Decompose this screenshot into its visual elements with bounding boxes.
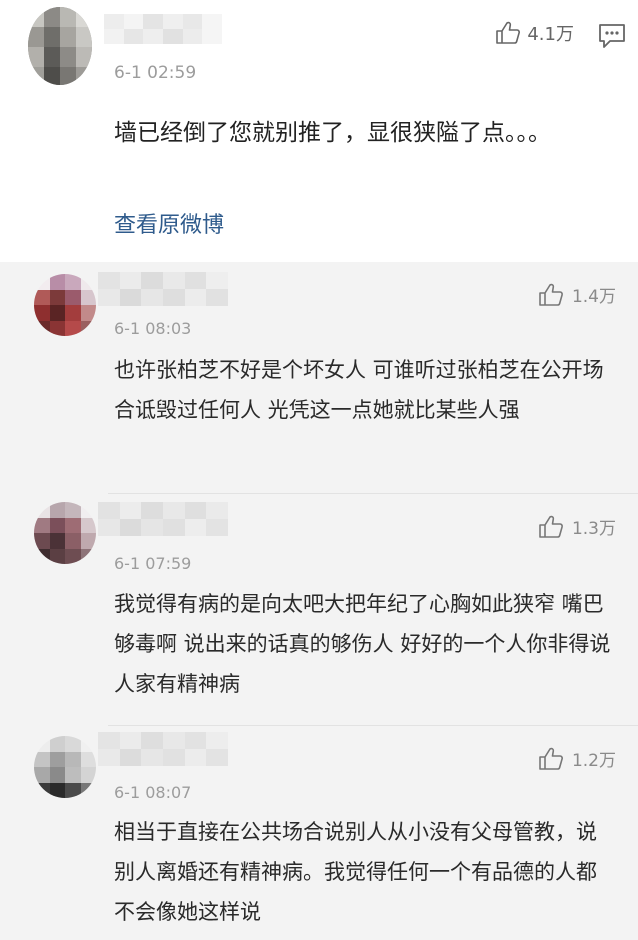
like-count: 1.2万	[571, 751, 616, 771]
like-button[interactable]: 4.1万	[495, 20, 574, 46]
username-blurred[interactable]	[98, 272, 228, 306]
view-original-weibo-link[interactable]: 查看原微博	[114, 207, 224, 239]
thumbs-up-icon	[538, 515, 564, 539]
avatar-mosaic	[34, 274, 96, 336]
comment-text: 我觉得有病的是向太吧大把年纪了心胸如此狭窄 嘴巴够毒啊 说出来的话真的够伤人 好…	[114, 592, 611, 696]
comment-text: 也许张柏芝不好是个坏女人 可谁听过张柏芝在公开场合诋毁过任何人 光凭这一点她就比…	[114, 358, 604, 422]
avatar[interactable]	[34, 736, 96, 798]
like-button[interactable]: 1.2万	[538, 746, 616, 771]
comment-timestamp: 6-1 02:59	[114, 63, 197, 83]
avatar[interactable]	[34, 502, 96, 564]
reply-item: 6-1 08:03 1.4万 也许张柏芝不好是个坏女人 可谁听过张柏芝在公开场合…	[0, 262, 638, 494]
avatar-mosaic	[28, 7, 92, 85]
like-count: 1.4万	[571, 287, 616, 307]
username-blurred[interactable]	[98, 732, 228, 766]
weibo-comment-thread: 6-1 02:59 4.1万 墙已经倒了您就别推了，显很狭隘了点。。。 查看原微…	[0, 0, 638, 940]
comment-text: 相当于直接在公共场合说别人从小没有父母管教，说别人离婚还有精神病。我觉得任何一个…	[114, 820, 597, 924]
like-button[interactable]: 1.3万	[538, 514, 616, 539]
avatar-mosaic	[34, 502, 96, 564]
username-blurred[interactable]	[104, 14, 222, 44]
comment-timestamp: 6-1 08:07	[114, 783, 192, 802]
like-button[interactable]: 1.4万	[538, 282, 616, 307]
thumbs-up-icon	[538, 747, 564, 771]
thumbs-up-icon	[538, 283, 564, 307]
comment-timestamp: 6-1 08:03	[114, 319, 192, 338]
reply-item: 6-1 08:07 1.2万 相当于直接在公共场合说别人从小没有父母管教，说别人…	[0, 726, 638, 940]
like-count: 1.3万	[571, 519, 616, 539]
avatar-mosaic	[34, 736, 96, 798]
avatar[interactable]	[34, 274, 96, 336]
thumbs-up-icon	[495, 21, 521, 45]
comment-bubble-icon[interactable]	[598, 23, 626, 49]
reply-item: 6-1 07:59 1.3万 我觉得有病的是向太吧大把年纪了心胸如此狭窄 嘴巴够…	[0, 494, 638, 726]
avatar[interactable]	[28, 7, 92, 85]
comment-timestamp: 6-1 07:59	[114, 554, 192, 573]
reply-list: 6-1 08:03 1.4万 也许张柏芝不好是个坏女人 可谁听过张柏芝在公开场合…	[0, 262, 638, 940]
main-comment: 6-1 02:59 4.1万 墙已经倒了您就别推了，显很狭隘了点。。。 查看原微…	[0, 0, 638, 262]
comment-text: 墙已经倒了您就别推了，显很狭隘了点。。。	[114, 120, 551, 146]
like-count: 4.1万	[527, 24, 574, 45]
username-blurred[interactable]	[98, 502, 228, 536]
